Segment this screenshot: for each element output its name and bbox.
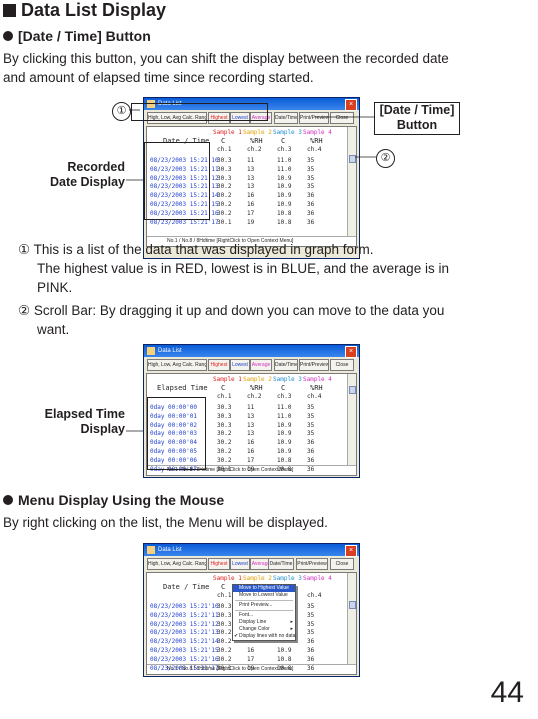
menu-item-change-color[interactable]: Change Color ▸ (233, 626, 295, 633)
value-cell: 30.2 (217, 655, 232, 663)
highest-button[interactable]: Highest (208, 359, 230, 371)
value-cell: 30.3 (217, 421, 232, 429)
menu-divider (235, 600, 293, 601)
value-cell: 36 (307, 439, 315, 447)
menu-item-lowest[interactable]: Move to Lowest Value (233, 592, 295, 599)
page-number: 44 (490, 676, 524, 709)
app-icon (147, 347, 155, 355)
value-cell: 35 (307, 629, 315, 637)
value-cell: 10.8 (277, 655, 292, 663)
value-cell: 30.2 (217, 448, 232, 455)
section2-intro: By right clicking on the list, the Menu … (3, 515, 328, 530)
submenu-arrow-icon: ▸ (290, 626, 293, 632)
value-cell: 10.9 (277, 448, 292, 455)
time-cell: 08/23/2003 15:21'12 (150, 620, 219, 628)
value-cell: 35 (307, 412, 315, 420)
elapsed-time-callout: Elapsed Time Display (44, 407, 125, 436)
menu-item-highest[interactable]: Move to Highest Value (233, 585, 295, 592)
value-cell: 36 (307, 448, 315, 455)
value-cell: 35 (307, 611, 315, 619)
submenu-arrow-icon: ▸ (290, 619, 293, 625)
value-cell: 10.9 (277, 430, 292, 438)
date-time-button[interactable]: Date/Time (268, 558, 294, 570)
value-cell: 35 (307, 620, 315, 628)
time-cell: 08/23/2003 15:21'13 (150, 629, 219, 637)
section-title-menu: Menu Display Using the Mouse (3, 492, 224, 508)
bullet-icon (3, 495, 13, 505)
value-cell: 13 (247, 430, 255, 438)
value-cell: 35 (307, 404, 315, 411)
data-list-window-menu: Data List × High, Low, Avg Calc. Range Hi… (143, 543, 360, 677)
value-cell: 11.0 (277, 404, 292, 411)
date-time-button[interactable]: Date/Time (274, 359, 298, 371)
lowest-button[interactable]: Lowest (230, 359, 250, 371)
window-toolbar: High, Low, Avg Calc. Range Highest Lowes… (144, 556, 359, 570)
value-cell: 30.2 (217, 439, 232, 447)
value-cell: 30.3 (217, 404, 232, 411)
value-cell: 36 (307, 456, 315, 464)
calc-range-button[interactable]: High, Low, Avg Calc. Range (147, 359, 207, 371)
status-bar: No.1 / No.8 / 8Hdtime [RightClick to Ope… (147, 664, 356, 674)
window-titlebar: Data List × (144, 544, 359, 557)
app-icon (147, 546, 155, 554)
calc-range-button[interactable]: High, Low, Avg Calc. Range (147, 558, 207, 570)
value-cell: 16 (247, 647, 255, 654)
menu-item-display-line[interactable]: Display Line ▸ (233, 619, 295, 626)
value-cell: 30.2 (217, 430, 232, 438)
value-cell: 16 (247, 448, 255, 455)
time-cell: 08/23/2003 15:21'16 (150, 655, 219, 663)
scrollbar[interactable] (347, 374, 356, 466)
close-button[interactable]: Close (330, 359, 354, 371)
value-cell: 35 (307, 430, 315, 438)
value-cell: 30.2 (217, 638, 232, 646)
value-cell: 17 (247, 456, 255, 464)
menu-divider (235, 610, 293, 611)
value-cell: 30.3 (217, 611, 232, 619)
value-cell: 10.9 (277, 421, 292, 429)
value-cell: 10.9 (277, 439, 292, 447)
value-cell: 35 (307, 603, 315, 610)
elapsed-column-highlight-box (147, 397, 206, 470)
note-2: ② Scroll Bar: By dragging it up and down… (18, 303, 445, 337)
print-preview-button[interactable]: Print/Preview (299, 359, 329, 371)
time-cell: 08/23/2003 15:21'14 (150, 638, 219, 646)
time-cell: 08/23/2003 15:21'11 (150, 611, 219, 619)
value-cell: 30.2 (217, 629, 232, 637)
lowest-button[interactable]: Lowest (230, 558, 250, 570)
time-cell: 08/23/2003 15:21'10 (150, 603, 219, 610)
scrollbar[interactable] (347, 573, 356, 665)
value-cell: 35 (307, 421, 315, 429)
value-cell: 30.3 (217, 412, 232, 420)
value-cell: 11 (247, 404, 255, 411)
scrollbar-thumb[interactable] (349, 386, 356, 394)
value-cell: 30.3 (217, 603, 232, 610)
window-titlebar: Data List × (144, 345, 359, 358)
value-cell: 36 (307, 655, 315, 663)
value-cell: 30.3 (217, 620, 232, 628)
value-cell: 16 (247, 439, 255, 447)
scrollbar-thumb[interactable] (349, 601, 356, 609)
note-1: ① This is a list of the data that was di… (18, 242, 449, 295)
time-cell: 08/23/2003 15:21'15 (150, 647, 219, 654)
menu-item-print-preview[interactable]: Print Preview... (233, 602, 295, 609)
close-button[interactable]: Close (330, 558, 354, 570)
value-cell: 17 (247, 655, 255, 663)
check-icon: ✔ (234, 633, 239, 639)
value-cell: 10.9 (277, 647, 292, 654)
value-cell: 36 (307, 638, 315, 646)
value-cell: 30.2 (217, 647, 232, 654)
value-cell: 13 (247, 412, 255, 420)
print-preview-button[interactable]: Print/Preview (296, 558, 328, 570)
menu-item-display-no-data[interactable]: ✔ Display lines with no data (233, 633, 295, 640)
value-cell: 13 (247, 421, 255, 429)
value-cell: 36 (307, 647, 315, 654)
window-toolbar: High, Low, Avg Calc. Range Highest Lowes… (144, 357, 359, 371)
value-cell: 10.8 (277, 456, 292, 464)
context-menu: Move to Highest Value Move to Lowest Val… (232, 584, 296, 641)
highest-button[interactable]: Highest (208, 558, 230, 570)
average-button[interactable]: Average (250, 359, 272, 371)
menu-item-font[interactable]: Font... (233, 612, 295, 619)
value-cell: 11.0 (277, 412, 292, 420)
value-cell: 30.2 (217, 456, 232, 464)
